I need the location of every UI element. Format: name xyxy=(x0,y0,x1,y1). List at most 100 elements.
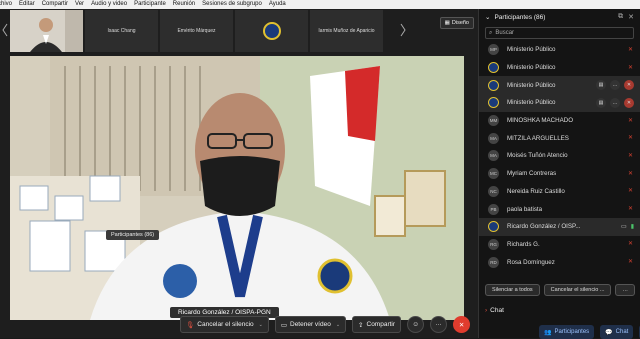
avatar xyxy=(488,97,499,109)
avatar: RD xyxy=(488,256,499,268)
chevron-down-icon[interactable]: ⌄ xyxy=(259,322,263,328)
participant-row[interactable]: RG Richards G. ✕ xyxy=(479,236,640,254)
participant-name: Ministerio Público xyxy=(507,81,556,89)
participant-row[interactable]: MA Moisés Tuñón Atencio ✕ xyxy=(479,147,640,165)
people-icon: 👥 xyxy=(544,329,552,336)
chevron-down-icon[interactable]: ⌄ xyxy=(485,13,490,21)
menu-view[interactable]: Ver xyxy=(75,0,84,9)
participant-row[interactable]: Ministerio Público ▤ … ✕ xyxy=(479,76,640,95)
close-icon: ✕ xyxy=(458,321,465,329)
participant-row[interactable]: MP Ministerio Público ✕ xyxy=(479,41,640,59)
chat-header-label: Chat xyxy=(490,307,504,314)
participant-name: MITZILA ARGUELLES xyxy=(507,134,569,142)
more-button[interactable]: ··· xyxy=(430,316,448,333)
thumbnail-participant[interactable]: Iarmis Muñoz de Aparicio xyxy=(310,10,383,52)
participant-row[interactable]: MM MINOSHKA MACHADO ✕ xyxy=(479,112,640,130)
thumbnail-participant[interactable]: Emérito Márquez xyxy=(160,10,233,52)
menu-file[interactable]: chivo xyxy=(0,0,12,9)
thumbnail-name: Iarmis Muñoz de Aparicio xyxy=(318,28,375,34)
institution-logo-icon xyxy=(262,22,281,40)
participant-row[interactable]: Ministerio Público ✕ xyxy=(479,59,640,77)
thumbnail-video[interactable] xyxy=(10,10,83,52)
share-button[interactable]: ⇪ Compartir xyxy=(352,316,402,333)
participant-row[interactable]: NC Nereida Ruiz Castillo ✕ xyxy=(479,183,640,201)
chevron-left-icon[interactable] xyxy=(2,23,8,37)
mic-muted-icon[interactable]: ✕ xyxy=(628,206,634,212)
mic-muted-icon: 🎙 xyxy=(186,321,195,329)
more-icon[interactable]: … xyxy=(610,80,620,91)
mic-active-icon[interactable]: ▮ xyxy=(631,223,634,230)
tab-chat[interactable]: 💬 Chat xyxy=(600,325,634,339)
participant-name: Ministerio Público xyxy=(507,99,556,107)
active-speaker-video xyxy=(10,56,464,320)
search-placeholder: Buscar xyxy=(495,30,515,36)
pin-icon[interactable]: ▤ xyxy=(596,97,606,108)
mic-muted-icon[interactable]: ✕ xyxy=(628,188,634,194)
mic-muted-icon[interactable]: ✕ xyxy=(628,171,634,177)
avatar: MA xyxy=(488,132,499,144)
menu-help[interactable]: Ayuda xyxy=(269,0,286,9)
participant-row[interactable]: Ricardo González / OISP... ▭ ▮ xyxy=(479,217,640,236)
menu-bar: chivo Editar Compartir Ver Audio y video… xyxy=(0,0,640,9)
participant-name: Ricardo González / OISP... xyxy=(507,223,581,231)
participant-row[interactable]: RD Rosa Domínguez ✕ xyxy=(479,253,640,271)
mic-muted-icon[interactable]: ✕ xyxy=(628,259,634,265)
mic-muted-icon[interactable]: ✕ xyxy=(624,80,634,91)
participant-name: Myriam Contreras xyxy=(507,170,557,178)
menu-audio-video[interactable]: Audio y video xyxy=(91,0,127,9)
meeting-toolbar: 🎙 Cancelar el silencio ⌄ ▭ Detener vídeo… xyxy=(180,316,471,333)
participant-row[interactable]: MC Myriam Contreras ✕ xyxy=(479,165,640,183)
pin-icon[interactable]: ▤ xyxy=(596,80,606,91)
chevron-right-icon[interactable] xyxy=(400,23,406,37)
chat-header[interactable]: › Chat xyxy=(485,307,504,314)
stop-video-button[interactable]: ▭ Detener vídeo ⌄ xyxy=(274,316,347,333)
layout-button[interactable]: ▦ Diseño xyxy=(439,17,474,29)
avatar xyxy=(488,79,499,91)
mic-muted-icon[interactable]: ✕ xyxy=(628,241,634,247)
unmute-all-button[interactable]: Cancelar el silencio ... xyxy=(543,284,612,296)
unmute-button[interactable]: 🎙 Cancelar el silencio ⌄ xyxy=(180,316,269,333)
camera-icon: ▭ xyxy=(280,321,287,329)
participant-name: Ministerio Público xyxy=(507,46,556,54)
avatar: MP xyxy=(488,44,499,56)
menu-breakout[interactable]: Sesiones de subgrupo xyxy=(202,0,262,9)
mic-muted-icon[interactable]: ✕ xyxy=(628,65,634,71)
mute-all-button[interactable]: Silenciar a todos xyxy=(485,284,540,296)
tab-participants[interactable]: 👥 Participantes xyxy=(539,325,595,339)
thumbnail-participant[interactable]: Isaac Chang xyxy=(85,10,158,52)
mic-muted-icon[interactable]: ✕ xyxy=(628,118,634,124)
meeting-area: Isaac Chang Emérito Márquez Iarmis Muñoz… xyxy=(0,9,478,338)
search-icon: ⌕ xyxy=(489,29,493,36)
mic-muted-icon[interactable]: ✕ xyxy=(628,47,634,53)
smiley-icon: ☺ xyxy=(412,321,419,328)
chevron-down-icon[interactable]: ⌄ xyxy=(336,322,340,328)
tab-chat-label: Chat xyxy=(615,329,629,335)
participant-row[interactable]: MA MITZILA ARGUELLES ✕ xyxy=(479,129,640,147)
participant-row[interactable]: Ministerio Público ▤ … ✕ xyxy=(479,94,640,112)
search-input[interactable]: ⌕ Buscar xyxy=(485,27,634,39)
mic-muted-icon[interactable]: ✕ xyxy=(628,135,634,141)
more-icon[interactable]: … xyxy=(610,97,620,108)
menu-edit[interactable]: Editar xyxy=(19,0,35,9)
mic-muted-icon[interactable]: ✕ xyxy=(628,153,634,159)
avatar xyxy=(488,62,499,74)
menu-share[interactable]: Compartir xyxy=(42,0,68,9)
panel-header: ⌄ Participantes (86) ⧉ ✕ xyxy=(479,9,640,25)
grid-icon: ▦ xyxy=(444,20,450,26)
panel-tabs: 👥 Participantes 💬 Chat ⋯ xyxy=(539,325,640,339)
thumbnail-logo[interactable] xyxy=(235,10,308,52)
participant-list: MP Ministerio Público ✕ Ministerio Públi… xyxy=(479,41,640,271)
leave-button[interactable]: ✕ xyxy=(453,316,471,333)
participant-row[interactable]: PB paola batista ✕ xyxy=(479,200,640,218)
reactions-button[interactable]: ☺ xyxy=(407,316,425,333)
menu-participant[interactable]: Participante xyxy=(134,0,166,9)
participant-name: Richards G. xyxy=(507,240,540,248)
avatar: PB xyxy=(488,203,499,215)
avatar: RG xyxy=(488,238,499,250)
more-icon[interactable]: … xyxy=(615,284,635,296)
menu-meeting[interactable]: Reunión xyxy=(173,0,195,9)
chat-icon: 💬 xyxy=(605,329,613,336)
mic-muted-icon[interactable]: ✕ xyxy=(624,97,634,108)
popout-icon[interactable]: ⧉ xyxy=(618,13,623,21)
close-icon[interactable]: ✕ xyxy=(628,13,634,21)
